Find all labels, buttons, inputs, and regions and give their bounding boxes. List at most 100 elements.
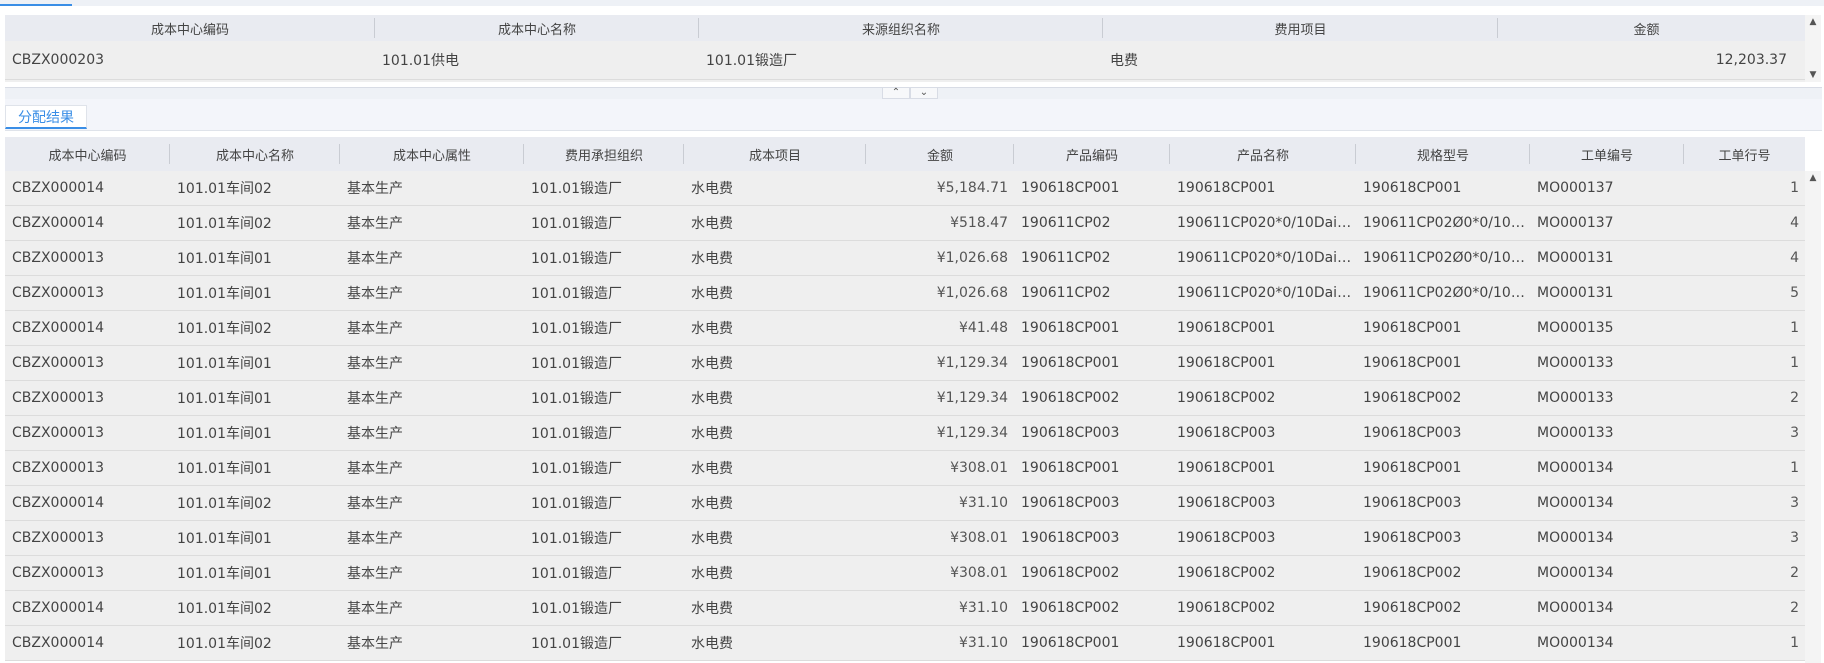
table-cell: ¥1,129.34 — [936, 390, 1008, 406]
table-cell: 101.01车间01 — [177, 426, 272, 442]
table-cell: 101.01锻造厂 — [531, 286, 622, 302]
table-cell: 101.01车间01 — [177, 566, 272, 582]
collapse-up-icon[interactable]: ⌃ — [882, 88, 910, 99]
table-cell: 101.01车间02 — [177, 321, 272, 337]
upper-table-scrollbar[interactable]: ▲ ▼ — [1805, 15, 1821, 82]
table-cell: ¥308.01 — [950, 565, 1008, 581]
table-cell: 基本生产 — [347, 356, 403, 372]
table-cell: 基本生产 — [347, 531, 403, 547]
table-cell: CBZX000013 — [12, 250, 105, 266]
table-cell: 101.01车间01 — [177, 461, 272, 477]
table-cell: 190618CP001 — [1363, 320, 1462, 336]
table-cell: 190618CP001 — [1363, 460, 1462, 476]
table-cell: 101.01车间01 — [177, 531, 272, 547]
table-cell: 1 — [1790, 635, 1799, 651]
table-cell: 101.01车间02 — [177, 181, 272, 197]
table-row[interactable]: CBZX000014 101.01车间02 基本生产 101.01锻造厂 水电费 ¥31.… — [5, 626, 1805, 661]
scroll-up-icon[interactable]: ▲ — [1805, 173, 1821, 183]
table-cell: 101.01车间02 — [177, 216, 272, 232]
table-row[interactable]: CBZX000203 101.01供电 101.01锻造厂 电费 12,203.37 — [5, 41, 1805, 80]
table-cell: 101.01锻造厂 — [706, 53, 797, 69]
table-row[interactable]: CBZX000013 101.01车间01 基本生产 101.01锻造厂 水电费 ¥308… — [5, 521, 1805, 556]
table-cell: ¥308.01 — [950, 460, 1008, 476]
column-header[interactable]: 规格型号 — [1356, 137, 1530, 171]
column-header[interactable]: 产品编码 — [1014, 137, 1170, 171]
table-row[interactable]: CBZX000013 101.01车间01 基本生产 101.01锻造厂 水电费 ¥308… — [5, 451, 1805, 486]
column-header[interactable]: 来源组织名称 — [699, 15, 1103, 41]
table-row[interactable]: CBZX000013 101.01车间01 基本生产 101.01锻造厂 水电费 ¥1,0… — [5, 241, 1805, 276]
table-cell: ¥31.10 — [959, 635, 1008, 651]
table-cell: ¥31.10 — [959, 600, 1008, 616]
table-row[interactable]: CBZX000013 101.01车间01 基本生产 101.01锻造厂 水电费 ¥1,1… — [5, 381, 1805, 416]
table-cell: MO000134 — [1537, 565, 1614, 581]
table-cell: ¥5,184.71 — [936, 180, 1008, 196]
table-cell: CBZX000014 — [12, 320, 105, 336]
table-cell: MO000134 — [1537, 495, 1614, 511]
table-cell: 4 — [1790, 250, 1799, 266]
table-cell: 水电费 — [691, 356, 733, 372]
table-row[interactable]: CBZX000014 101.01车间02 基本生产 101.01锻造厂 水电费 ¥41.… — [5, 311, 1805, 346]
table-row[interactable]: CBZX000014 101.01车间02 基本生产 101.01锻造厂 水电费 ¥518… — [5, 206, 1805, 241]
column-header[interactable]: 金额 — [1498, 15, 1795, 41]
table-cell: 190618CP002 — [1363, 390, 1462, 406]
column-header[interactable]: 金额 — [866, 137, 1014, 171]
table-cell: 190611CP02Ø0*0/10Dai... — [1363, 215, 1530, 231]
table-cell: 190618CP002 — [1177, 600, 1276, 616]
table-cell: 101.01车间01 — [177, 391, 272, 407]
column-header[interactable]: 成本中心名称 — [375, 15, 699, 41]
table-row[interactable]: CBZX000013 101.01车间01 基本生产 101.01锻造厂 水电费 ¥1,1… — [5, 346, 1805, 381]
column-header[interactable]: 费用承担组织 — [524, 137, 684, 171]
table-cell: CBZX000013 — [12, 425, 105, 441]
allocation-result-table-body: CBZX000014 101.01车间02 基本生产 101.01锻造厂 水电费 ¥5,1… — [5, 171, 1805, 661]
column-header[interactable]: 成本中心属性 — [340, 137, 524, 171]
table-row[interactable]: CBZX000013 101.01车间01 基本生产 101.01锻造厂 水电费 ¥308… — [5, 556, 1805, 591]
expand-down-icon[interactable]: ⌄ — [910, 88, 938, 99]
column-header[interactable]: 工单行号 — [1684, 137, 1805, 171]
table-cell: 101.01锻造厂 — [531, 531, 622, 547]
cost-source-table-body: CBZX000203 101.01供电 101.01锻造厂 电费 12,203.37 — [5, 41, 1805, 80]
table-cell: 101.01车间02 — [177, 496, 272, 512]
table-cell: 101.01锻造厂 — [531, 356, 622, 372]
table-row[interactable]: CBZX000014 101.01车间02 基本生产 101.01锻造厂 水电费 ¥5,1… — [5, 171, 1805, 206]
table-cell: CBZX000013 — [12, 390, 105, 406]
column-header[interactable]: 产品名称 — [1170, 137, 1356, 171]
scroll-up-icon[interactable]: ▲ — [1805, 17, 1821, 27]
column-header[interactable]: 成本项目 — [684, 137, 866, 171]
table-cell: 190611CP020*0/10Daimle... — [1177, 215, 1356, 231]
table-cell: 190618CP001 — [1363, 355, 1462, 371]
table-row[interactable]: CBZX000014 101.01车间02 基本生产 101.01锻造厂 水电费 ¥31.… — [5, 591, 1805, 626]
table-cell: 101.01车间01 — [177, 286, 272, 302]
table-row[interactable]: CBZX000013 101.01车间01 基本生产 101.01锻造厂 水电费 ¥1,0… — [5, 276, 1805, 311]
table-cell: 基本生产 — [347, 391, 403, 407]
table-cell: 101.01车间01 — [177, 356, 272, 372]
table-row[interactable]: CBZX000013 101.01车间01 基本生产 101.01锻造厂 水电费 ¥1,1… — [5, 416, 1805, 451]
column-header[interactable]: 成本中心编码 — [5, 15, 375, 41]
table-cell: 1 — [1790, 355, 1799, 371]
table-row[interactable]: CBZX000014 101.01车间02 基本生产 101.01锻造厂 水电费 ¥31.… — [5, 486, 1805, 521]
table-cell: ¥1,026.68 — [936, 250, 1008, 266]
result-table-scrollbar[interactable]: ▲ — [1805, 171, 1821, 663]
table-cell: 190611CP02 — [1021, 215, 1111, 231]
column-header[interactable]: 成本中心编码 — [5, 137, 170, 171]
column-header[interactable]: 工单编号 — [1530, 137, 1684, 171]
table-cell: 基本生产 — [347, 286, 403, 302]
scroll-down-icon[interactable]: ▼ — [1805, 70, 1821, 80]
table-cell: 基本生产 — [347, 251, 403, 267]
column-header[interactable]: 费用项目 — [1103, 15, 1498, 41]
table-cell: 2 — [1790, 390, 1799, 406]
allocation-result-table: 成本中心编码 成本中心名称 成本中心属性 费用承担组织 成本项目 金额 产品编码 产品名称 规格… — [5, 137, 1821, 663]
tab-allocation-result[interactable]: 分配结果 — [5, 105, 87, 129]
table-cell: ¥308.01 — [950, 530, 1008, 546]
table-cell: 1 — [1790, 180, 1799, 196]
table-cell: 101.01锻造厂 — [531, 461, 622, 477]
table-cell: 101.01车间02 — [177, 601, 272, 617]
table-cell: 190618CP003 — [1177, 495, 1276, 511]
table-cell: CBZX000014 — [12, 600, 105, 616]
table-cell: 12,203.37 — [1715, 52, 1787, 68]
active-tab-indicator — [0, 4, 72, 6]
table-cell: 190618CP003 — [1021, 495, 1120, 511]
table-cell: 基本生产 — [347, 426, 403, 442]
table-cell: 101.01锻造厂 — [531, 601, 622, 617]
table-cell: 2 — [1790, 600, 1799, 616]
column-header[interactable]: 成本中心名称 — [170, 137, 340, 171]
